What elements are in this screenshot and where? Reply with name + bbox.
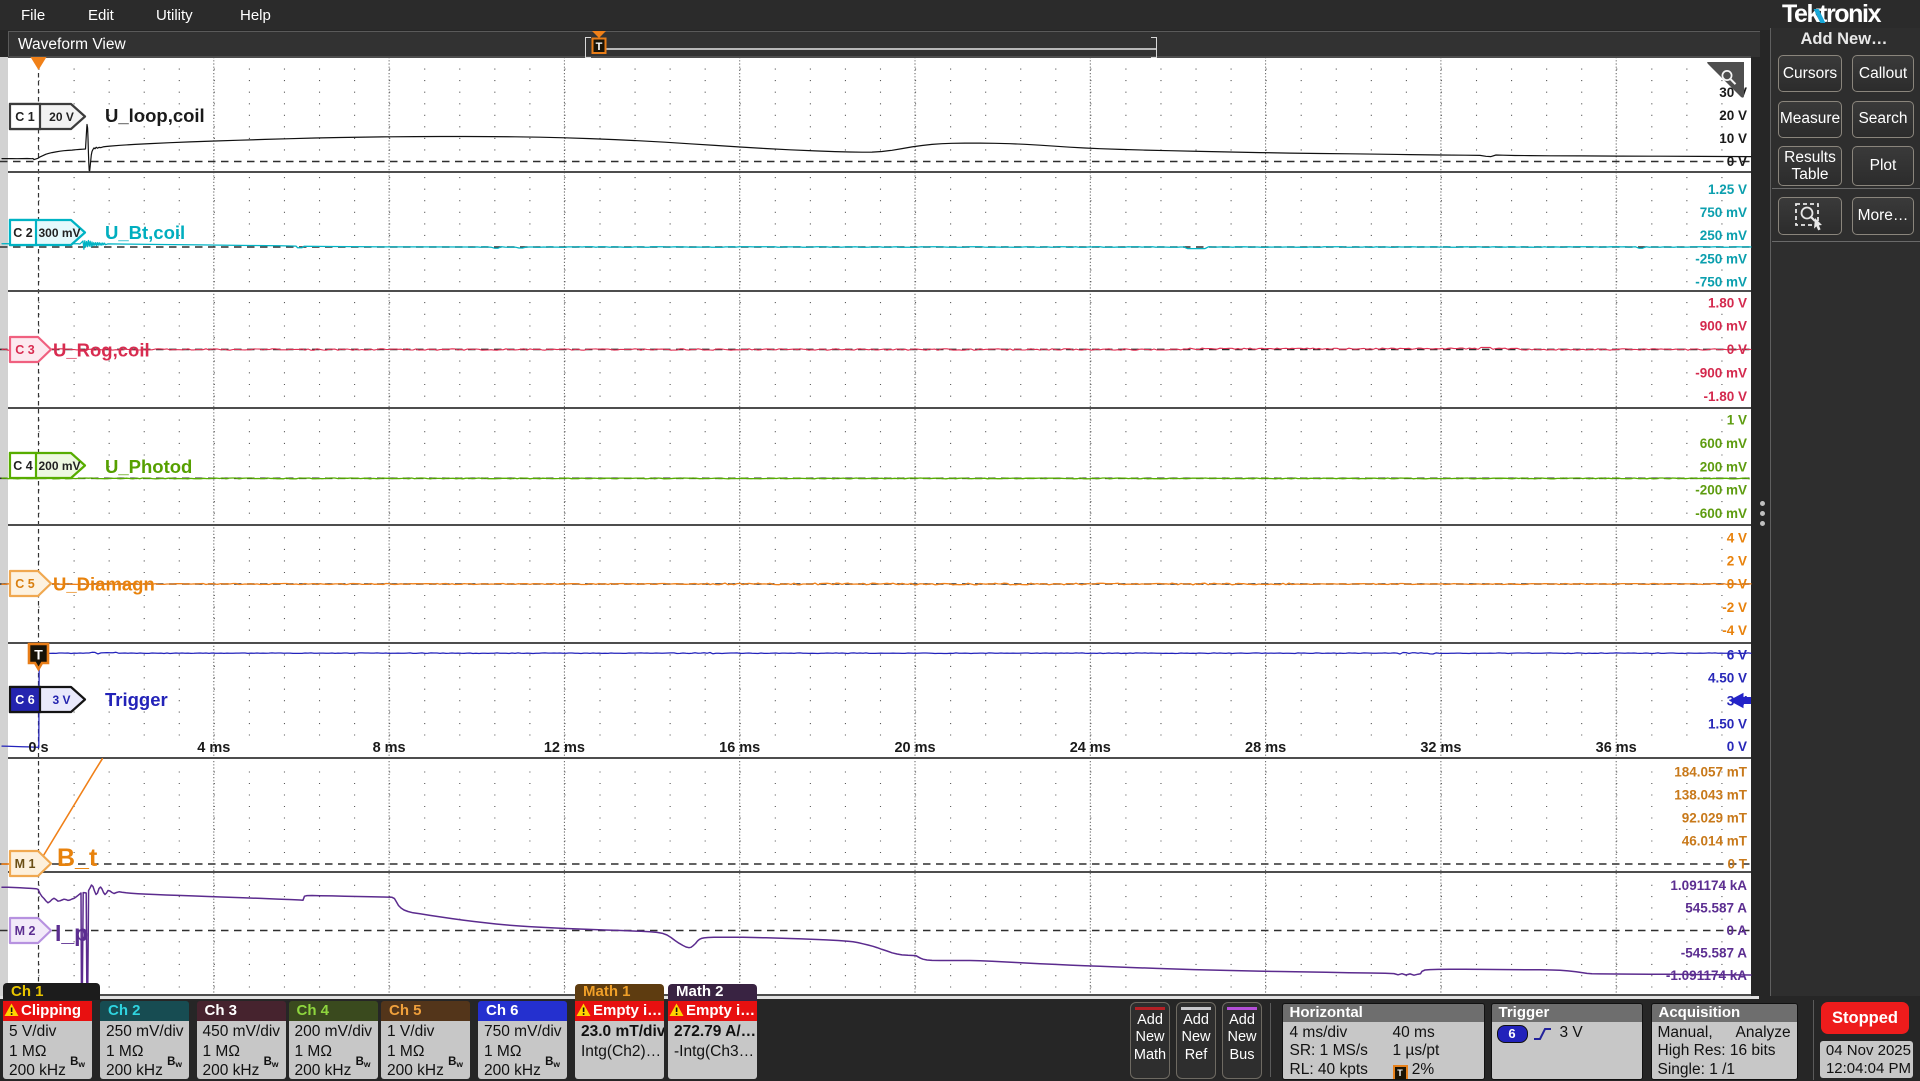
svg-text:900 mV: 900 mV (1700, 319, 1747, 334)
svg-text:-1.091174 kA: -1.091174 kA (1666, 968, 1747, 983)
svg-text:2 V: 2 V (1727, 554, 1747, 569)
svg-text:24 ms: 24 ms (1070, 740, 1111, 756)
svg-text:I_p: I_p (55, 920, 88, 946)
svg-text:46.014 mT: 46.014 mT (1682, 834, 1748, 849)
svg-text:300 mV: 300 mV (38, 226, 80, 240)
svg-text:U_loop,coil: U_loop,coil (105, 105, 205, 126)
svg-text:-750 mV: -750 mV (1695, 274, 1747, 289)
svg-text:138.043 mT: 138.043 mT (1674, 788, 1748, 803)
svg-text:U_Diamagn: U_Diamagn (53, 574, 155, 595)
svg-text:-545.587 A: -545.587 A (1681, 946, 1748, 961)
svg-text:250 mV: 250 mV (1700, 228, 1747, 243)
svg-text:U_Bt,coil: U_Bt,coil (105, 222, 185, 243)
svg-text:20 V: 20 V (1719, 108, 1747, 123)
svg-text:C 2: C 2 (13, 226, 33, 240)
svg-text:U_Rog,coil: U_Rog,coil (53, 340, 150, 361)
svg-text:M 2: M 2 (15, 924, 36, 938)
svg-text:200 mV: 200 mV (1700, 459, 1747, 474)
svg-text:20 V: 20 V (49, 110, 74, 124)
svg-text:M 1: M 1 (15, 857, 36, 871)
svg-text:0 s: 0 s (28, 740, 48, 756)
svg-text:0 A: 0 A (1726, 923, 1747, 938)
svg-text:C 3: C 3 (15, 343, 35, 357)
svg-text:T: T (34, 647, 43, 663)
svg-text:C 4: C 4 (13, 459, 33, 473)
svg-text:8 ms: 8 ms (373, 740, 406, 756)
svg-text:200 mV: 200 mV (38, 459, 80, 473)
svg-text:600 mV: 600 mV (1700, 436, 1747, 451)
svg-text:545.587 A: 545.587 A (1685, 901, 1747, 916)
svg-text:1 V: 1 V (1727, 413, 1747, 428)
svg-text:-1.80 V: -1.80 V (1703, 389, 1747, 404)
svg-text:4 V: 4 V (1727, 531, 1747, 546)
svg-text:184.057 mT: 184.057 mT (1674, 765, 1748, 780)
svg-text:0 V: 0 V (1727, 739, 1747, 754)
svg-text:0 V: 0 V (1727, 154, 1747, 169)
svg-text:4.50 V: 4.50 V (1708, 671, 1747, 686)
svg-text:16 ms: 16 ms (719, 740, 760, 756)
svg-text:-600 mV: -600 mV (1695, 506, 1747, 521)
svg-text:1.25 V: 1.25 V (1708, 182, 1747, 197)
svg-text:32 ms: 32 ms (1420, 740, 1461, 756)
svg-text:750 mV: 750 mV (1700, 205, 1747, 220)
svg-text:0 T: 0 T (1727, 857, 1747, 872)
svg-text:C 1: C 1 (15, 110, 35, 124)
svg-text:0 V: 0 V (1727, 342, 1747, 357)
svg-text:1.50 V: 1.50 V (1708, 716, 1747, 731)
svg-text:92.029 mT: 92.029 mT (1682, 811, 1748, 826)
svg-text:-900 mV: -900 mV (1695, 366, 1747, 381)
svg-text:T: T (596, 41, 603, 53)
svg-text:20 ms: 20 ms (894, 740, 935, 756)
svg-text:B_t: B_t (57, 844, 98, 872)
svg-text:Trigger: Trigger (105, 689, 168, 710)
svg-text:10 V: 10 V (1719, 131, 1747, 146)
svg-text:28 ms: 28 ms (1245, 740, 1286, 756)
svg-text:0 V: 0 V (1727, 577, 1747, 592)
svg-text:-2 V: -2 V (1722, 600, 1747, 615)
svg-text:1.80 V: 1.80 V (1708, 295, 1747, 310)
svg-text:4 ms: 4 ms (197, 740, 230, 756)
svg-text:1.091174 kA: 1.091174 kA (1670, 878, 1747, 893)
svg-text:-4 V: -4 V (1722, 623, 1747, 638)
svg-text:12 ms: 12 ms (544, 740, 585, 756)
svg-text:6 V: 6 V (1727, 648, 1747, 663)
svg-text:U_Photod: U_Photod (105, 456, 192, 477)
svg-text:-250 mV: -250 mV (1695, 251, 1747, 266)
svg-text:-200 mV: -200 mV (1695, 483, 1747, 498)
svg-text:36 ms: 36 ms (1596, 740, 1637, 756)
svg-text:3 V: 3 V (52, 693, 70, 707)
svg-text:C 5: C 5 (15, 577, 35, 591)
svg-text:C 6: C 6 (15, 693, 35, 707)
